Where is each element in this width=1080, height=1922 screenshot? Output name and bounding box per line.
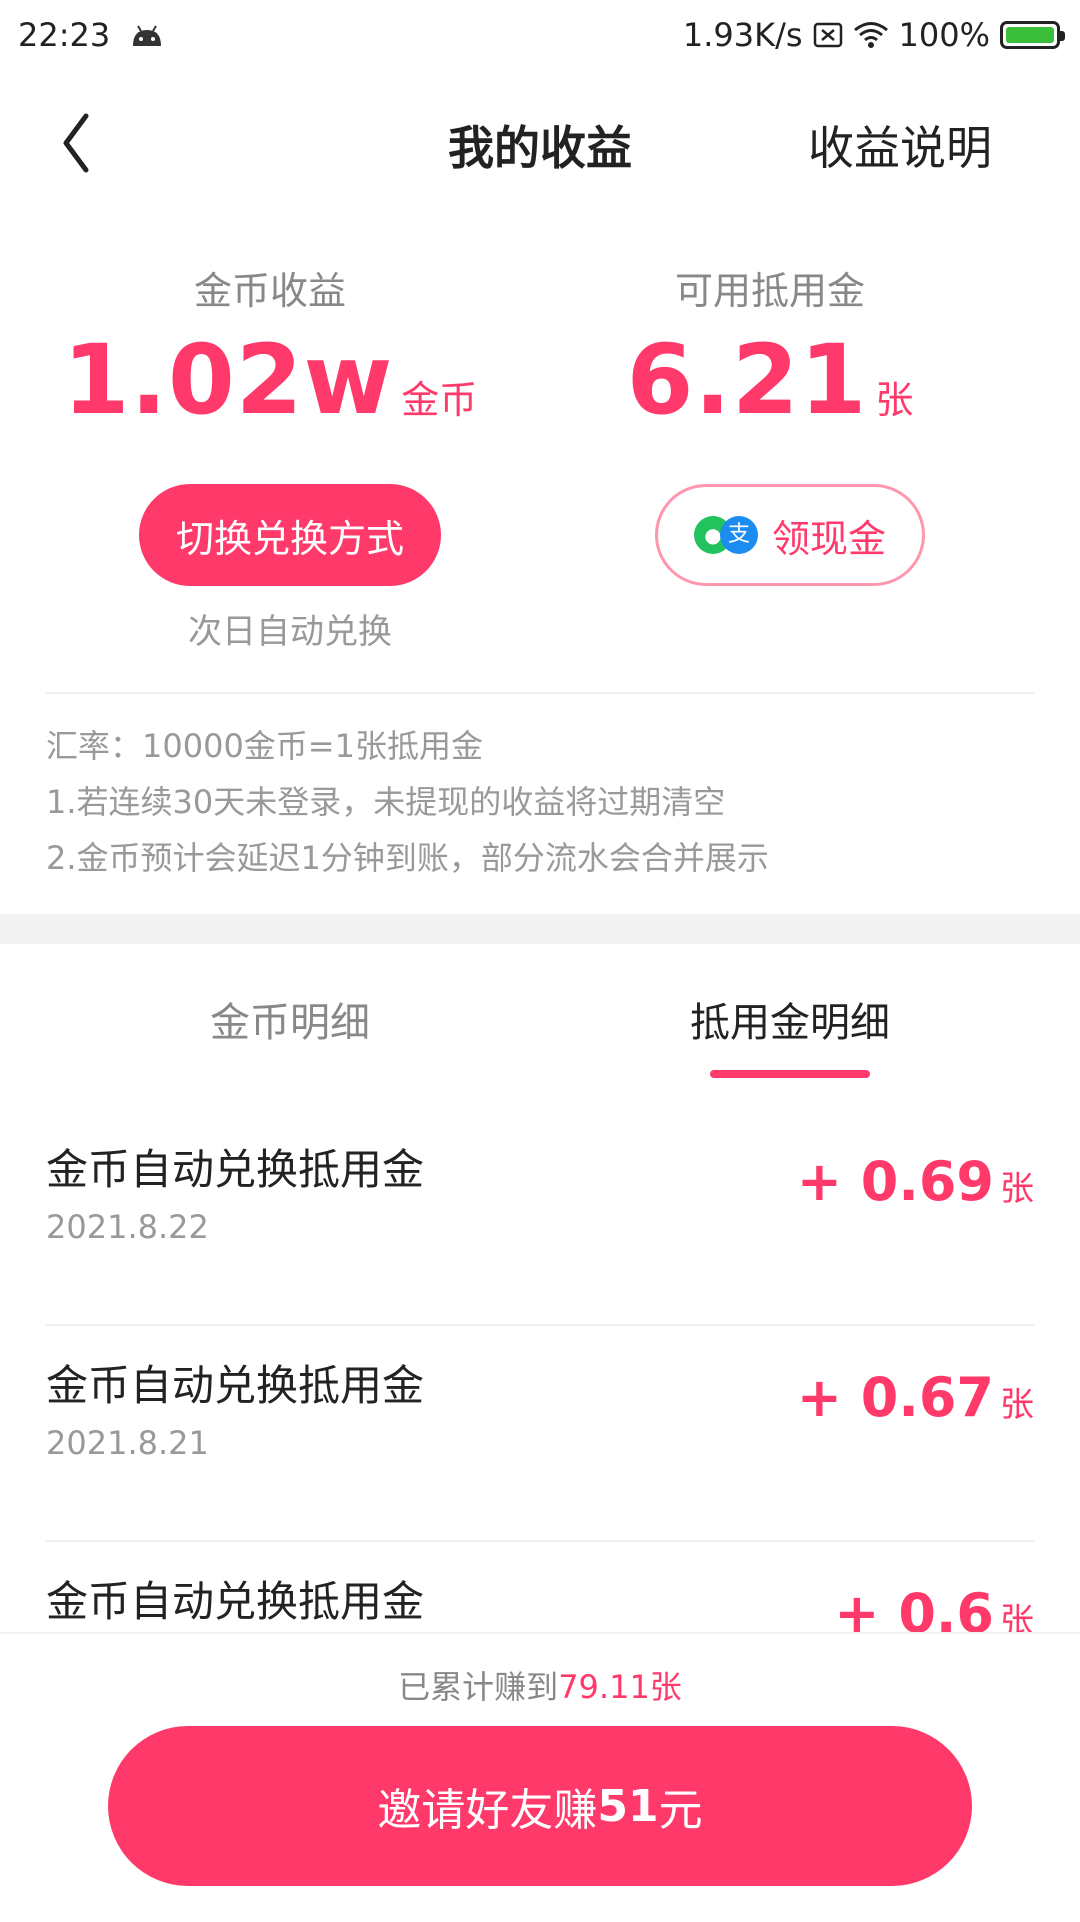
detail-tabs: 金币明细 抵用金明细	[0, 990, 1080, 1090]
exchange-rules: 汇率：10000金币=1张抵用金 1.若连续30天未登录，未提现的收益将过期清空…	[46, 718, 769, 886]
voucher-balance-label: 可用抵用金	[674, 269, 865, 313]
bottom-bar: 已累计赚到79.11张 邀请好友赚 51 元	[0, 1632, 1080, 1922]
list-item: 金币自动兑换抵用金 + 0.6 张	[0, 1542, 1080, 1632]
exchange-rate-text: 汇率：10000金币=1张抵用金	[46, 727, 483, 765]
records-list[interactable]: 金币自动兑换抵用金 2021.8.22 + 0.69 张 金币自动兑换抵用金 20…	[0, 1110, 1080, 1632]
record-amount-value: + 0.6	[834, 1582, 994, 1632]
record-amount-value: + 0.67	[796, 1366, 994, 1429]
net-speed: 1.93K/s	[682, 16, 803, 54]
coin-earnings-unit: 金币	[401, 378, 478, 422]
tab-voucher-details[interactable]: 抵用金明细	[520, 990, 1060, 1048]
record-title: 金币自动兑换抵用金	[46, 1577, 425, 1626]
status-right: 1.93K/s 100%	[682, 16, 1065, 54]
coin-earnings: 金币收益 1.02w 金币	[0, 260, 540, 444]
status-time: 22:23	[18, 16, 111, 54]
coin-earnings-value-line: 1.02w 金币	[0, 324, 540, 444]
coin-earnings-label: 金币收益	[193, 269, 346, 313]
list-item: 金币自动兑换抵用金 2021.8.21 + 0.67 张	[0, 1326, 1080, 1542]
divider	[46, 692, 1034, 694]
record-date: 2021.8.21	[46, 1424, 209, 1462]
invite-suffix: 元	[658, 1785, 703, 1836]
record-date: 2021.8.22	[46, 1208, 209, 1246]
alipay-icon: 支	[719, 516, 758, 554]
wifi-icon	[853, 22, 888, 48]
switch-exchange-method-button[interactable]: 切换兑换方式	[139, 484, 441, 586]
voucher-balance-value: 6.21	[626, 324, 868, 436]
sim-off-icon	[813, 22, 842, 48]
payment-icons: ● 支	[693, 514, 760, 556]
record-amount: + 0.6 张	[834, 1582, 1034, 1632]
earnings-explain-link[interactable]: 收益说明	[808, 112, 992, 178]
record-amount-value: + 0.69	[796, 1150, 994, 1213]
invite-prefix: 邀请好友赚	[377, 1785, 598, 1836]
invite-friends-button[interactable]: 邀请好友赚 51 元	[108, 1726, 972, 1886]
withdraw-cash-label: 领现金	[771, 516, 886, 561]
tab-coin-details[interactable]: 金币明细	[20, 990, 560, 1048]
rule-expire-text: 1.若连续30天未登录，未提现的收益将过期清空	[46, 783, 726, 821]
record-amount: + 0.67 张	[797, 1366, 1034, 1429]
voucher-balance-unit: 张	[875, 378, 914, 422]
battery-percent: 100%	[898, 16, 990, 54]
record-amount-unit: 张	[1000, 1169, 1034, 1209]
list-item: 金币自动兑换抵用金 2021.8.22 + 0.69 张	[0, 1110, 1080, 1326]
record-title: 金币自动兑换抵用金	[46, 1361, 425, 1410]
section-divider	[0, 914, 1080, 944]
active-tab-indicator	[710, 1070, 870, 1078]
rule-delay-text: 2.金币预计会延迟1分钟到账，部分流水会合并展示	[46, 839, 769, 877]
battery-charging-icon	[1000, 21, 1065, 49]
total-earned-prefix: 已累计赚到	[398, 1668, 559, 1706]
total-earned-value: 79.11张	[558, 1668, 682, 1706]
status-bar: 22:23 1.93K/s 100%	[0, 0, 1080, 76]
auto-exchange-note: 次日自动兑换	[188, 612, 392, 652]
record-amount-unit: 张	[1000, 1601, 1034, 1632]
android-icon	[133, 25, 161, 46]
voucher-balance: 可用抵用金 6.21 张	[500, 260, 1040, 444]
withdraw-cash-button[interactable]: ● 支 领现金	[655, 484, 925, 586]
coin-earnings-value: 1.02w	[62, 324, 394, 436]
record-amount-unit: 张	[1000, 1385, 1034, 1425]
record-amount: + 0.69 张	[797, 1150, 1034, 1213]
invite-amount: 51	[597, 1780, 659, 1832]
record-title: 金币自动兑换抵用金	[46, 1145, 425, 1194]
total-earned-text: 已累计赚到79.11张	[0, 1662, 1080, 1708]
voucher-balance-value-line: 6.21 张	[500, 324, 1040, 444]
nav-bar: 我的收益 收益说明	[0, 76, 1080, 206]
